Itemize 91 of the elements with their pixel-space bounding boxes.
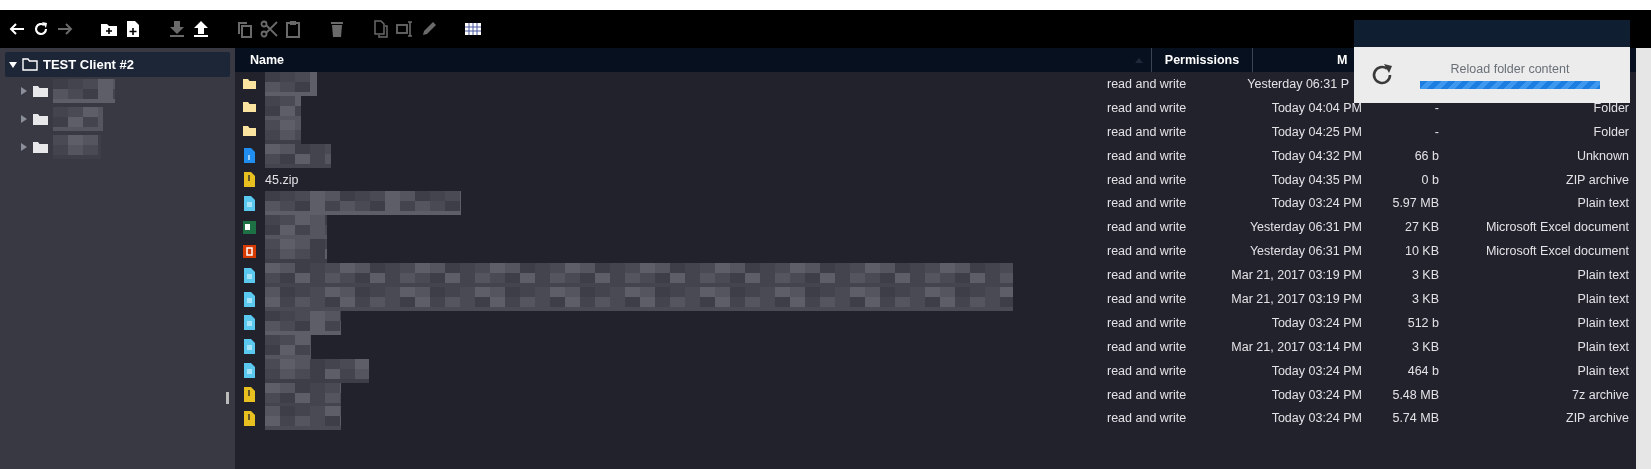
permissions-text: read and write <box>1107 196 1187 211</box>
reload-icon[interactable] <box>32 20 50 38</box>
modified-date: Today 03:24 PM <box>1271 387 1362 402</box>
tree-item[interactable]: TEST Client #2 <box>5 52 230 77</box>
file-type: Plain text <box>1577 268 1629 283</box>
modified-date: Yesterday 06:31 P <box>1247 77 1349 91</box>
modified-date: Today 04:35 PM <box>1271 172 1362 187</box>
office-document-icon <box>243 243 256 259</box>
text-file-icon <box>243 339 256 355</box>
column-header[interactable]: Permissions <box>1152 48 1253 72</box>
modified-date: Today 03:24 PM <box>1271 363 1362 378</box>
file-size: - <box>1434 124 1439 139</box>
permissions-text: read and write <box>1107 220 1187 235</box>
modified-date: Today 04:32 PM <box>1271 148 1362 163</box>
caret-right-icon[interactable] <box>20 87 28 95</box>
permissions-text: read and write <box>1107 124 1187 139</box>
text-file-icon <box>243 195 256 211</box>
file-size: 0 b <box>1421 172 1439 187</box>
folder-icon <box>33 85 48 97</box>
file-type: ZIP archive <box>1566 172 1629 187</box>
permissions-text: read and write <box>1107 100 1187 115</box>
caret-down-icon[interactable] <box>9 60 17 69</box>
file-size: 66 b <box>1414 148 1439 163</box>
column-header[interactable]: M <box>1253 48 1348 72</box>
permissions-text: read and write <box>1107 387 1187 402</box>
text-file-icon <box>243 315 256 331</box>
file-icon <box>243 148 256 164</box>
text-file-icon <box>243 363 256 379</box>
file-size: 512 b <box>1407 315 1439 330</box>
file-type: Plain text <box>1577 196 1629 211</box>
file-type: Plain text <box>1577 292 1629 306</box>
modified-date: Today 04:04 PM <box>1271 100 1362 115</box>
file-type: Microsoft Excel document <box>1485 220 1629 235</box>
file-size: 464 b <box>1407 363 1439 378</box>
folder-icon <box>22 58 38 71</box>
permissions-text: read and write <box>1107 411 1187 426</box>
file-size: 10 KB <box>1404 244 1439 259</box>
file-size: 5.48 MB <box>1392 387 1439 402</box>
file-size: 27 KB <box>1404 220 1439 235</box>
modified-date: Today 03:24 PM <box>1271 411 1362 426</box>
file-type: ZIP archive <box>1566 411 1629 426</box>
modified-date: Mar 21, 2017 03:19 PM <box>1231 292 1362 306</box>
notification-message: Reload folder content <box>1450 61 1570 76</box>
permissions-text: read and write <box>1107 244 1187 259</box>
modified-date: Yesterday 06:31 PM <box>1249 244 1362 259</box>
file-type: Microsoft Excel document <box>1485 244 1629 259</box>
caret-right-icon[interactable] <box>20 143 28 151</box>
permissions-text: read and write <box>1107 363 1187 378</box>
folder-icon <box>33 113 48 125</box>
permissions-text: read and write <box>1107 172 1187 187</box>
modified-date: Today 03:24 PM <box>1271 315 1362 330</box>
file-size: 3 KB <box>1411 292 1439 306</box>
file-type: Plain text <box>1577 363 1629 378</box>
caret-right-icon[interactable] <box>20 115 28 123</box>
folder-icon <box>243 76 256 92</box>
scrollbar[interactable] <box>1636 48 1651 469</box>
folder-icon <box>33 141 48 153</box>
permissions-text: read and write <box>1107 148 1187 163</box>
permissions-text: read and write <box>1107 339 1187 354</box>
file-size: 5.97 MB <box>1392 196 1439 211</box>
file-type: Plain text <box>1577 339 1629 354</box>
file-size: 3 KB <box>1411 268 1439 283</box>
text-file-icon <box>243 267 256 283</box>
file-size: 3 KB <box>1411 339 1439 354</box>
grid-icon[interactable] <box>464 20 482 38</box>
modified-date: Mar 21, 2017 03:19 PM <box>1231 268 1362 283</box>
modified-date: Mar 21, 2017 03:14 PM <box>1231 339 1362 354</box>
permissions-text: read and write <box>1107 77 1187 91</box>
file-name[interactable]: 45.zip <box>265 172 299 187</box>
permissions-text: read and write <box>1107 315 1187 330</box>
modified-date: Yesterday 06:31 PM <box>1249 220 1362 235</box>
file-type: 7z archive <box>1572 387 1629 402</box>
permissions-text: read and write <box>1107 292 1187 306</box>
archive-file-icon <box>243 410 256 426</box>
file-size: 5.74 MB <box>1392 411 1439 426</box>
modified-date: Today 04:25 PM <box>1271 124 1362 139</box>
archive-file-icon <box>243 172 256 187</box>
resize-handle[interactable] <box>226 392 229 404</box>
file-type: Folder <box>1593 100 1629 115</box>
file-type: Plain text <box>1577 315 1629 330</box>
modified-date: Today 03:24 PM <box>1271 196 1362 211</box>
permissions-text: read and write <box>1107 268 1187 283</box>
spreadsheet-icon <box>243 219 256 235</box>
archive-file-icon <box>243 387 256 403</box>
text-file-icon <box>243 291 256 307</box>
file-type: Folder <box>1593 124 1629 139</box>
upload-icon[interactable] <box>192 20 210 38</box>
file-type: Unknown <box>1576 148 1629 163</box>
file-size: - <box>1434 100 1439 115</box>
file-plus-icon[interactable] <box>124 20 142 38</box>
sort-arrow-icon <box>1135 57 1143 63</box>
